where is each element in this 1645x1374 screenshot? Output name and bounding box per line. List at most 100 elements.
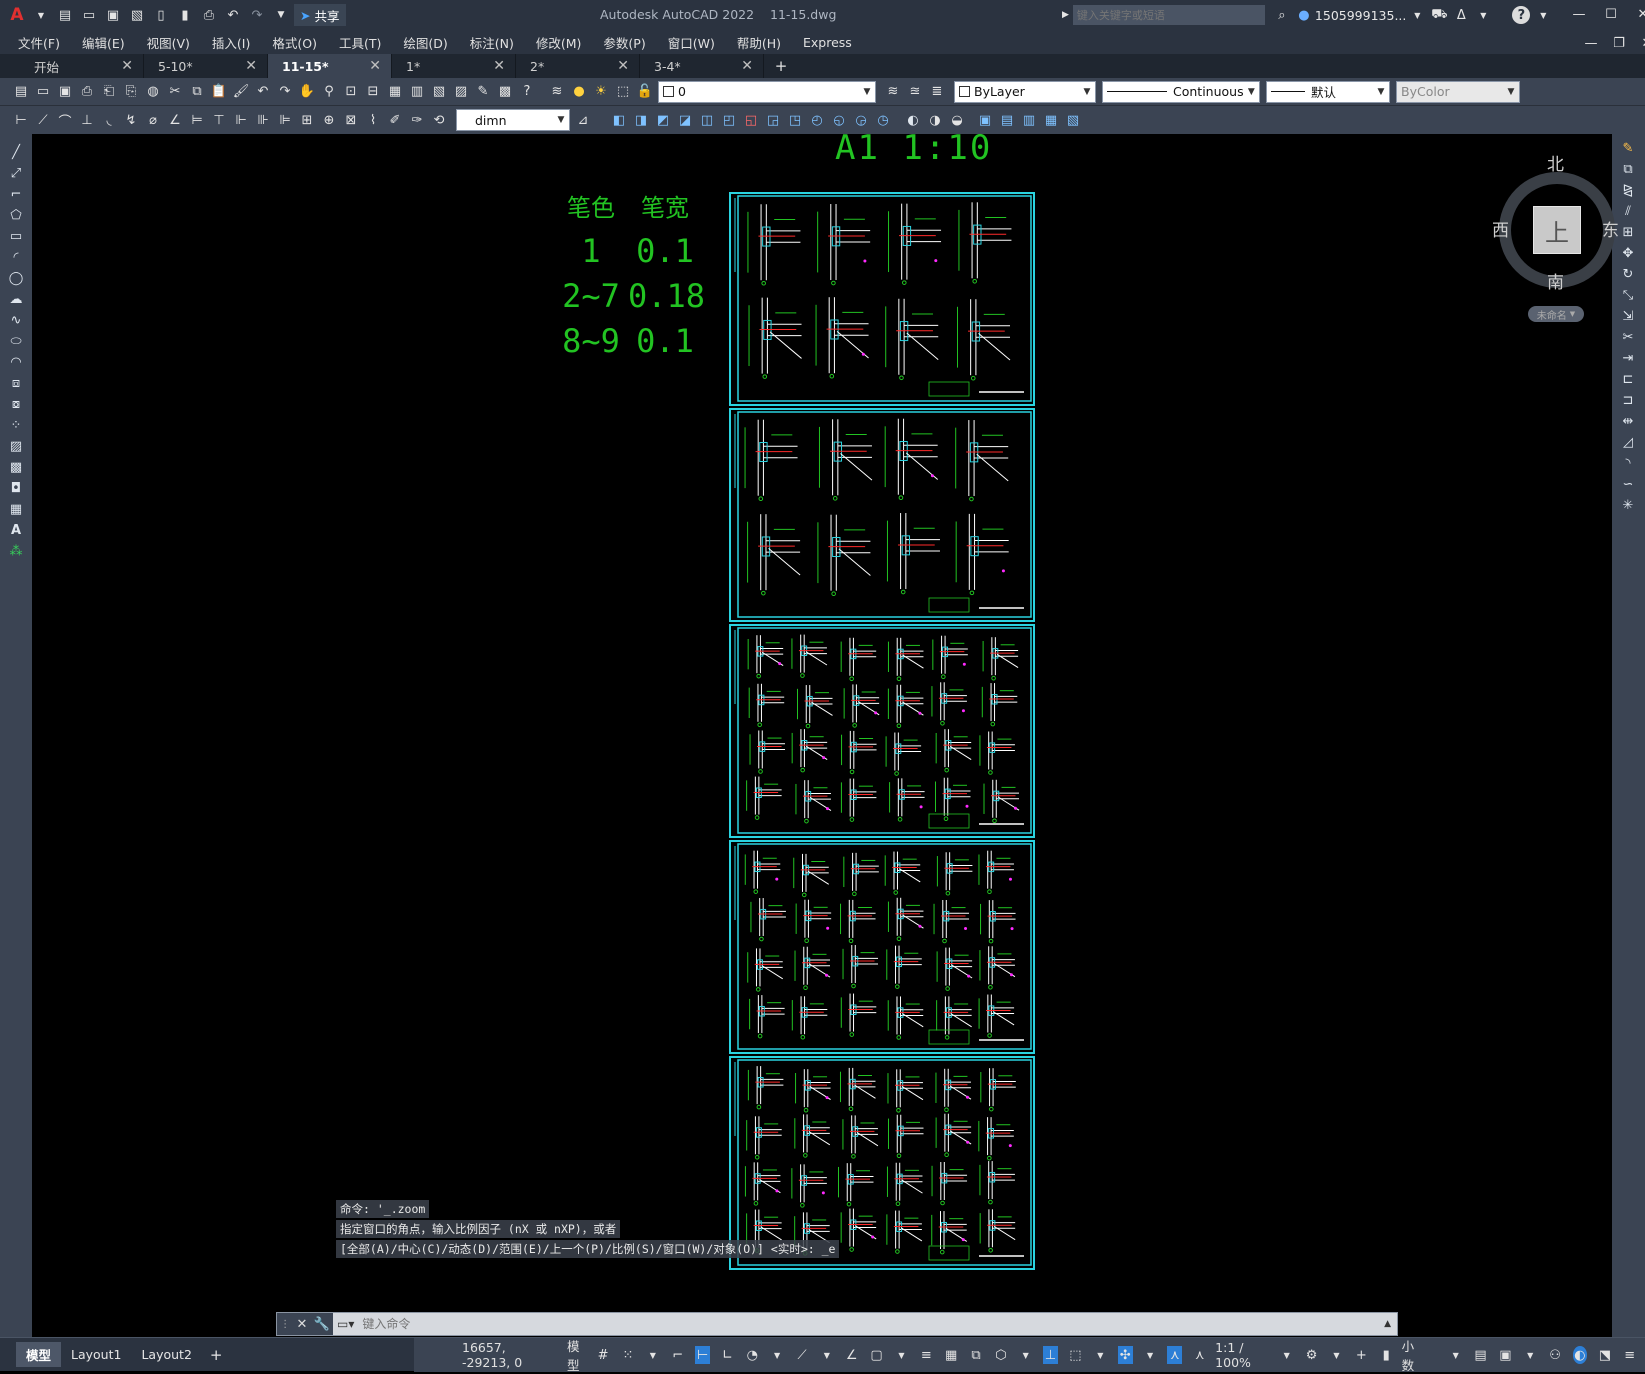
chevron-down-icon[interactable]: ▼ bbox=[1279, 1346, 1294, 1364]
menu-modify[interactable]: 修改(M) bbox=[536, 33, 582, 52]
hatch-icon[interactable]: ▨ bbox=[0, 436, 32, 457]
point-icon[interactable]: ⁘ bbox=[0, 415, 32, 436]
share-button[interactable]: ➤ 共享 bbox=[294, 4, 346, 26]
dim-break-icon[interactable]: ⊫ bbox=[276, 111, 294, 129]
new-icon[interactable]: ▤ bbox=[56, 6, 74, 24]
close-icon[interactable]: ✕ bbox=[617, 58, 629, 74]
ortho-icon[interactable]: ∟ bbox=[720, 1346, 735, 1364]
compass-north[interactable]: 北 bbox=[1547, 150, 1564, 175]
chamfer-icon[interactable]: ◿ bbox=[1612, 432, 1644, 453]
redo-icon[interactable]: ↷ bbox=[276, 83, 294, 101]
table-icon[interactable]: ▦ bbox=[0, 499, 32, 520]
plot-icon[interactable]: ⎙ bbox=[78, 83, 96, 101]
hardware-acceleration-icon[interactable]: ◐ bbox=[1572, 1346, 1588, 1364]
ucs-world-icon[interactable]: ◨ bbox=[632, 111, 650, 129]
chevron-down-icon[interactable]: ▼ bbox=[1093, 1346, 1108, 1364]
ucs-object-icon[interactable]: ◫ bbox=[698, 111, 716, 129]
layer-viewport-icon[interactable]: ⬚ bbox=[614, 83, 632, 101]
jogged-linear-icon[interactable]: ⌇ bbox=[364, 111, 382, 129]
viewcube[interactable]: 上 北 南 西 东 未命名 ▼ bbox=[1464, 155, 1645, 326]
close-icon[interactable]: ✕ bbox=[1634, 5, 1645, 23]
iso-view-icon[interactable]: ▦ bbox=[1042, 111, 1060, 129]
ucs-y-icon[interactable]: ◵ bbox=[830, 111, 848, 129]
drawing-canvas[interactable]: A1 1:10 笔色 笔宽 1 0.1 2~7 0.18 8~9 0.1 上 北 南 西… bbox=[32, 128, 1619, 1337]
make-block-icon[interactable]: ⧇ bbox=[0, 394, 32, 415]
ellipse-arc-icon[interactable]: ◠ bbox=[0, 352, 32, 373]
layer-states-icon[interactable]: ≣ bbox=[928, 83, 946, 101]
ucs-z-icon[interactable]: ◶ bbox=[852, 111, 870, 129]
make-current-layer-icon[interactable]: ≋ bbox=[884, 83, 902, 101]
autodesk-app-icon[interactable]: Δ bbox=[1452, 6, 1470, 24]
chevron-down-icon[interactable]: ▼ bbox=[645, 1346, 660, 1364]
object-snap-tracking-icon[interactable]: ∠ bbox=[844, 1346, 859, 1364]
publish-icon[interactable]: ⎘ bbox=[122, 83, 140, 101]
layer-on-icon[interactable]: ● bbox=[570, 83, 588, 101]
chevron-down-icon[interactable]: ▼ bbox=[1534, 6, 1552, 24]
chevron-up-icon[interactable]: ▲ bbox=[1384, 1319, 1391, 1329]
menu-window[interactable]: 窗口(W) bbox=[668, 33, 715, 52]
visual-style-icon[interactable]: ◐ bbox=[904, 111, 922, 129]
dim-update-icon[interactable]: ⟲ bbox=[430, 111, 448, 129]
dim-text-edit-icon[interactable]: ✑ bbox=[408, 111, 426, 129]
calculator-icon[interactable]: ▩ bbox=[496, 83, 514, 101]
workspace-icon[interactable]: ⚙ bbox=[1304, 1346, 1319, 1364]
web-open-icon[interactable]: ▯ bbox=[152, 6, 170, 24]
compass-west[interactable]: 西 bbox=[1492, 216, 1509, 241]
region-icon[interactable]: ◘ bbox=[0, 478, 32, 499]
copy-icon[interactable]: ⧉ bbox=[188, 83, 206, 101]
wrench-icon[interactable]: 🔧 bbox=[314, 1317, 330, 1332]
tab-model[interactable]: 模型 bbox=[16, 1342, 62, 1367]
dim-angular-icon[interactable]: ∠ bbox=[166, 111, 184, 129]
menu-draw[interactable]: 绘图(D) bbox=[403, 33, 447, 52]
user-name[interactable]: 1505999135... bbox=[1315, 8, 1406, 23]
layer-lock-icon[interactable]: 🔓 bbox=[636, 83, 654, 101]
3d-osnap-icon[interactable]: ⬡ bbox=[993, 1346, 1008, 1364]
save-as-icon[interactable]: ▧ bbox=[128, 6, 146, 24]
drawing-sheet[interactable] bbox=[729, 624, 1035, 838]
undo-icon[interactable]: ↶ bbox=[224, 6, 242, 24]
menu-help[interactable]: 帮助(H) bbox=[737, 33, 781, 52]
infer-constraints-icon[interactable]: ⌐ bbox=[670, 1346, 685, 1364]
hidden-style-icon[interactable]: ◑ bbox=[926, 111, 944, 129]
compass-south[interactable]: 南 bbox=[1547, 268, 1564, 293]
chevron-down-icon[interactable]: ▼ bbox=[1448, 1346, 1463, 1364]
layer-dropdown[interactable]: 0 ▼ bbox=[658, 80, 876, 103]
realistic-style-icon[interactable]: ◒ bbox=[948, 111, 966, 129]
trim-icon[interactable]: ✂ bbox=[1612, 327, 1644, 348]
dim-space-icon[interactable]: ⊪ bbox=[254, 111, 272, 129]
dim-arc-icon[interactable]: ⌒ bbox=[56, 111, 74, 130]
drawing-sheet[interactable] bbox=[729, 840, 1035, 1054]
doc-close-icon[interactable]: ✕ bbox=[1638, 34, 1645, 52]
tool-palettes-icon[interactable]: ▧ bbox=[430, 83, 448, 101]
spline-icon[interactable]: ∿ bbox=[0, 310, 32, 331]
redo-icon[interactable]: ↷ bbox=[248, 6, 266, 24]
menu-tools[interactable]: 工具(T) bbox=[339, 33, 381, 52]
menu-dimension[interactable]: 标注(N) bbox=[470, 33, 514, 52]
menu-express[interactable]: Express bbox=[803, 35, 852, 50]
fillet-icon[interactable]: ◝ bbox=[1612, 453, 1644, 474]
coordinates[interactable]: 16657, -29213, 0 bbox=[462, 1340, 551, 1370]
lineweight-icon[interactable]: ≡ bbox=[919, 1346, 934, 1364]
properties-icon[interactable]: ▦ bbox=[386, 83, 404, 101]
close-icon[interactable]: ✕ bbox=[493, 58, 505, 74]
dim-jogged-icon[interactable]: ↯ bbox=[122, 111, 140, 129]
doc-minimize-icon[interactable]: — bbox=[1582, 34, 1600, 52]
chevron-down-icon[interactable]: ▼ bbox=[1329, 1346, 1344, 1364]
ucs-previous-icon[interactable]: ◩ bbox=[654, 111, 672, 129]
selection-filter-icon[interactable]: ⬚ bbox=[1068, 1346, 1083, 1364]
ucs-origin-icon[interactable]: ◱ bbox=[742, 111, 760, 129]
ucs-icon[interactable]: ◧ bbox=[610, 111, 628, 129]
snap-icon[interactable]: ⁙ bbox=[621, 1346, 636, 1364]
undo-icon[interactable]: ↶ bbox=[254, 83, 272, 101]
save-icon[interactable]: ▣ bbox=[56, 83, 74, 101]
gradient-icon[interactable]: ▩ bbox=[0, 457, 32, 478]
zoom-window-icon[interactable]: ⊡ bbox=[342, 83, 360, 101]
break-icon[interactable]: ⊐ bbox=[1612, 390, 1644, 411]
save-icon[interactable]: ▣ bbox=[104, 6, 122, 24]
center-mark-icon[interactable]: ⊕ bbox=[320, 111, 338, 129]
dim-style-icon[interactable]: ⊿ bbox=[574, 111, 592, 129]
layer-properties-icon[interactable]: ≋ bbox=[548, 83, 566, 101]
match-properties-icon[interactable]: 🖌 bbox=[232, 83, 250, 101]
markup-icon[interactable]: ✎ bbox=[474, 83, 492, 101]
polygon-icon[interactable]: ⬠ bbox=[0, 205, 32, 226]
